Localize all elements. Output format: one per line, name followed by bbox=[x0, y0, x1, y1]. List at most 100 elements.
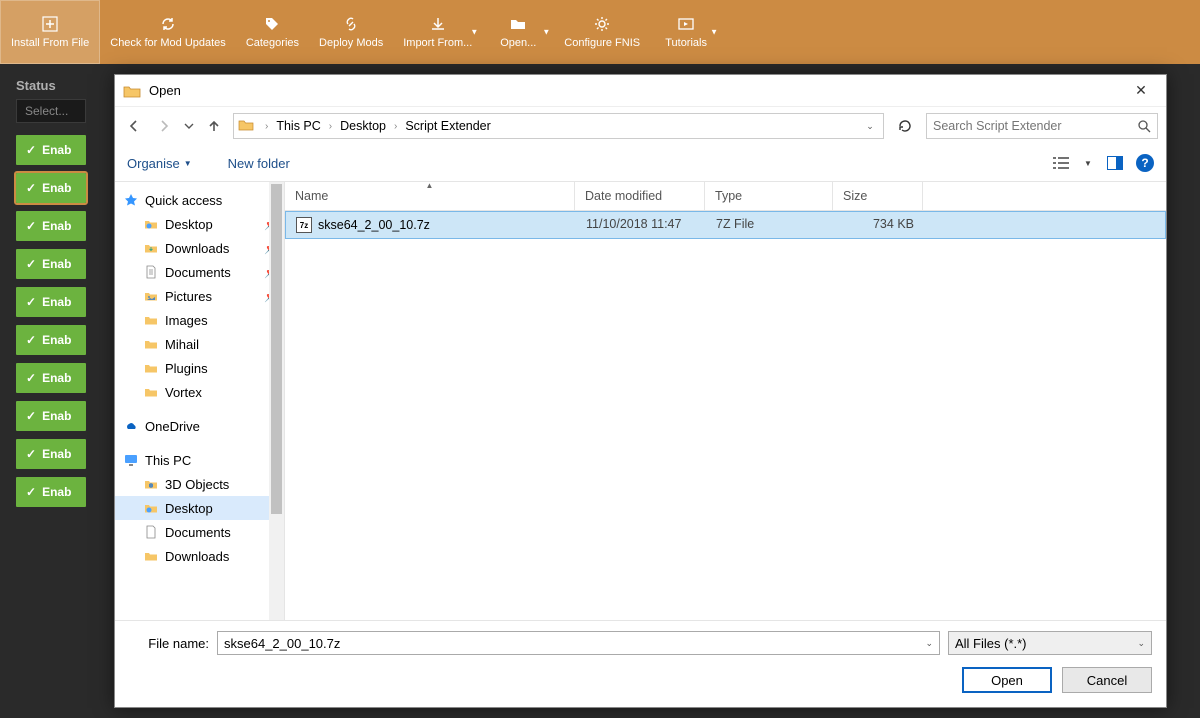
cancel-button[interactable]: Cancel bbox=[1062, 667, 1152, 693]
configure-fnis-button[interactable]: Configure FNIS bbox=[554, 0, 650, 64]
crumb-script-extender[interactable]: Script Extender bbox=[402, 117, 493, 135]
up-button[interactable] bbox=[203, 114, 225, 138]
folder-icon bbox=[509, 15, 527, 33]
filter-dropdown[interactable]: All Files (*.*)⌄ bbox=[948, 631, 1152, 655]
search-input[interactable] bbox=[933, 119, 1137, 133]
file-size-cell: 734 KB bbox=[834, 217, 924, 233]
col-size[interactable]: Size bbox=[833, 182, 923, 210]
search-box[interactable] bbox=[926, 113, 1158, 139]
scrollbar[interactable] bbox=[269, 182, 284, 620]
sidebar-item-plugins[interactable]: Plugins bbox=[115, 356, 284, 380]
tutorials-button[interactable]: Tutorials ▼ bbox=[650, 0, 722, 64]
download-icon bbox=[429, 15, 447, 33]
archive-icon: 7z bbox=[296, 217, 312, 233]
sidebar-item-downloads-pc[interactable]: Downloads bbox=[115, 544, 284, 568]
deploy-mods-button[interactable]: Deploy Mods bbox=[309, 0, 393, 64]
check-icon: ✓ bbox=[26, 333, 36, 347]
recent-dropdown[interactable] bbox=[183, 114, 195, 138]
forward-button[interactable] bbox=[153, 114, 175, 138]
crumb-desktop[interactable]: Desktop bbox=[337, 117, 389, 135]
dialog-footer: File name: skse64_2_00_10.7z⌄ All Files … bbox=[115, 620, 1166, 707]
folder-icon bbox=[143, 288, 159, 304]
check-icon: ✓ bbox=[26, 371, 36, 385]
preview-pane-icon[interactable] bbox=[1104, 152, 1126, 174]
sidebar-this-pc[interactable]: This PC bbox=[115, 448, 284, 472]
open-button[interactable]: Open... ▼ bbox=[482, 0, 554, 64]
sidebar-item-documents[interactable]: Documents📌 bbox=[115, 260, 284, 284]
sidebar-quick-access[interactable]: Quick access bbox=[115, 188, 284, 212]
gear-icon bbox=[593, 15, 611, 33]
sidebar-item-images[interactable]: Images bbox=[115, 308, 284, 332]
open-file-button[interactable]: Open bbox=[962, 667, 1052, 693]
sidebar-item-downloads[interactable]: Downloads📌 bbox=[115, 236, 284, 260]
close-button[interactable]: ✕ bbox=[1124, 82, 1158, 99]
folder-icon bbox=[143, 312, 159, 328]
new-folder-button[interactable]: New folder bbox=[228, 156, 290, 171]
toolbar-label: Categories bbox=[246, 37, 299, 49]
sidebar-item-desktop[interactable]: Desktop📌 bbox=[115, 212, 284, 236]
col-type[interactable]: Type bbox=[705, 182, 833, 210]
toolbar-label: Install From File bbox=[11, 37, 89, 49]
enabled-pill[interactable]: ✓Enab bbox=[16, 439, 86, 469]
check-updates-button[interactable]: Check for Mod Updates bbox=[100, 0, 236, 64]
status-select[interactable]: Select... bbox=[16, 99, 86, 123]
sidebar-onedrive[interactable]: OneDrive bbox=[115, 414, 284, 438]
sidebar-item-pictures[interactable]: Pictures📌 bbox=[115, 284, 284, 308]
enabled-pill[interactable]: ✓Enab bbox=[16, 325, 86, 355]
chevron-down-icon[interactable]: ⌄ bbox=[925, 638, 933, 649]
view-list-icon[interactable] bbox=[1050, 152, 1072, 174]
refresh-button[interactable] bbox=[892, 113, 918, 139]
computer-icon bbox=[123, 452, 139, 468]
toolbar-label: Deploy Mods bbox=[319, 37, 383, 49]
chevron-right-icon: › bbox=[389, 121, 402, 132]
check-icon: ✓ bbox=[26, 485, 36, 499]
file-date-cell: 11/10/2018 11:47 bbox=[576, 217, 706, 233]
folder-icon bbox=[143, 240, 159, 256]
dialog-title: Open bbox=[149, 83, 1124, 98]
enabled-pill[interactable]: ✓Enab bbox=[16, 211, 86, 241]
chevron-down-icon: ▼ bbox=[184, 159, 192, 168]
sidebar-item-mihail[interactable]: Mihail bbox=[115, 332, 284, 356]
enabled-pill[interactable]: ✓Enab bbox=[16, 287, 86, 317]
check-icon: ✓ bbox=[26, 257, 36, 271]
crumb-this-pc[interactable]: This PC bbox=[273, 117, 323, 135]
folder-icon bbox=[143, 384, 159, 400]
enabled-pill[interactable]: ✓Enab bbox=[16, 173, 86, 203]
document-icon bbox=[143, 524, 159, 540]
chevron-down-icon: ▼ bbox=[710, 28, 718, 37]
scrollbar-thumb[interactable] bbox=[271, 184, 282, 514]
enabled-pill[interactable]: ✓Enab bbox=[16, 135, 86, 165]
breadcrumb-bar[interactable]: › This PC › Desktop › Script Extender ⌄ bbox=[233, 113, 884, 139]
folder-icon bbox=[143, 216, 159, 232]
sidebar-item-documents-pc[interactable]: Documents bbox=[115, 520, 284, 544]
search-icon bbox=[1137, 119, 1151, 133]
chevron-down-icon[interactable]: ⌄ bbox=[861, 121, 879, 132]
view-dropdown[interactable]: ▼ bbox=[1082, 152, 1094, 174]
categories-button[interactable]: Categories bbox=[236, 0, 309, 64]
toolbar-label: Check for Mod Updates bbox=[110, 37, 226, 49]
install-from-file-button[interactable]: Install From File bbox=[0, 0, 100, 64]
star-icon bbox=[123, 192, 139, 208]
sidebar-item-desktop-pc[interactable]: Desktop bbox=[115, 496, 284, 520]
check-icon: ✓ bbox=[26, 219, 36, 233]
import-from-button[interactable]: Import From... ▼ bbox=[393, 0, 482, 64]
file-row[interactable]: 7zskse64_2_00_10.7z 11/10/2018 11:47 7Z … bbox=[285, 211, 1166, 239]
filename-input[interactable]: skse64_2_00_10.7z⌄ bbox=[217, 631, 940, 655]
check-icon: ✓ bbox=[26, 181, 36, 195]
enabled-pill[interactable]: ✓Enab bbox=[16, 363, 86, 393]
help-button[interactable]: ? bbox=[1136, 154, 1154, 172]
link-icon bbox=[342, 15, 360, 33]
filename-label: File name: bbox=[129, 636, 209, 651]
sidebar-item-vortex[interactable]: Vortex bbox=[115, 380, 284, 404]
enabled-pill[interactable]: ✓Enab bbox=[16, 477, 86, 507]
col-date[interactable]: Date modified bbox=[575, 182, 705, 210]
folder-icon bbox=[143, 476, 159, 492]
organise-dropdown[interactable]: Organise ▼ bbox=[127, 156, 192, 171]
folder-icon bbox=[143, 500, 159, 516]
enabled-pill[interactable]: ✓Enab bbox=[16, 401, 86, 431]
back-button[interactable] bbox=[123, 114, 145, 138]
col-name[interactable]: Name▲ bbox=[285, 182, 575, 210]
sidebar-item-3d-objects[interactable]: 3D Objects bbox=[115, 472, 284, 496]
enabled-pill[interactable]: ✓Enab bbox=[16, 249, 86, 279]
check-icon: ✓ bbox=[26, 447, 36, 461]
